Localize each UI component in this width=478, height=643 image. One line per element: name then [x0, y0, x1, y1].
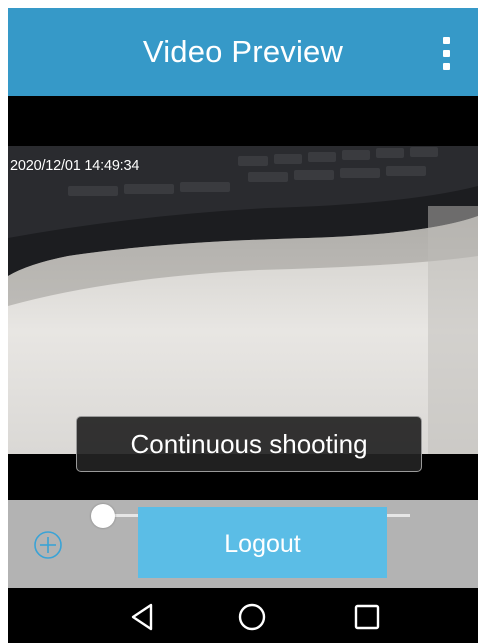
camera-image	[8, 146, 478, 454]
video-timestamp: 2020/12/01 14:49:34	[10, 158, 140, 174]
back-icon[interactable]	[124, 598, 162, 636]
more-vertical-icon[interactable]	[436, 36, 458, 72]
recents-icon[interactable]	[348, 598, 386, 636]
video-preview[interactable]: 2020/12/01 14:49:34 Continuous shooting	[8, 96, 478, 500]
app-header: Video Preview	[8, 8, 478, 96]
controls-bar: Logout	[8, 500, 478, 588]
keyboard-scene	[8, 146, 478, 454]
app-screen: Video Preview 2020/12/01 14:49:34 Contin…	[0, 0, 478, 643]
page-title: Video Preview	[142, 34, 344, 69]
zoom-slider-thumb[interactable]	[91, 504, 115, 528]
zoom-in-icon[interactable]	[33, 530, 63, 560]
logout-button[interactable]: Logout	[138, 507, 387, 578]
home-icon[interactable]	[233, 598, 271, 636]
toast-message: Continuous shooting	[76, 416, 422, 472]
system-nav-bar	[8, 588, 478, 643]
